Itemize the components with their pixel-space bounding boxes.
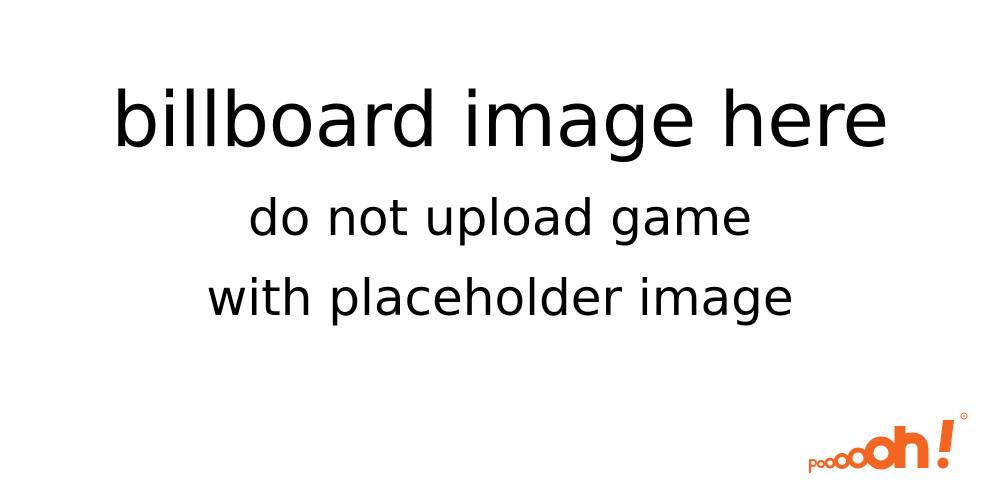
poooh-logo-icon: R [808, 412, 968, 474]
placeholder-warning-line-2: with placeholder image [206, 269, 794, 327]
billboard-placeholder: billboard image here do not upload game … [0, 0, 1000, 500]
placeholder-warning-line-1: do not upload game [247, 189, 753, 247]
svg-text:R: R [963, 414, 966, 419]
placeholder-headline: billboard image here [111, 75, 889, 164]
